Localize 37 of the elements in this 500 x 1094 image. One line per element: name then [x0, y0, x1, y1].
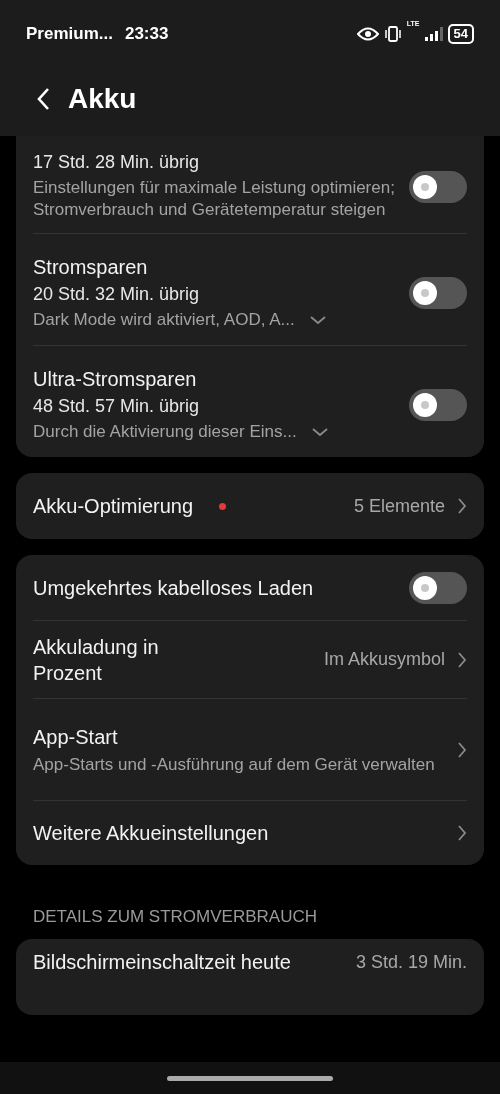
- setting-title: Umgekehrtes kabelloses Laden: [33, 575, 315, 601]
- vibrate-icon: [383, 25, 402, 43]
- item-count: 5 Elemente: [353, 495, 445, 517]
- mode-description: Dark Mode wird aktiviert, AOD, A...: [33, 309, 295, 331]
- carrier-name: Premium...: [26, 24, 113, 44]
- chevron-right-icon: [457, 740, 467, 759]
- section-heading: DETAILS ZUM STROMVERBRAUCH: [32, 906, 318, 927]
- battery-level: 54: [447, 24, 474, 44]
- remaining-time: 48 Std. 57 Min. übrig: [33, 396, 201, 417]
- optimization-card[interactable]: Akku-Optimierung 5 Elemente: [16, 473, 484, 539]
- mode-title: Stromsparen: [33, 255, 149, 280]
- setting-description: App-Starts und -Ausführung auf dem Gerät verwalten: [33, 753, 436, 776]
- mode-description: Einstellungen für maximale Leistung optimieren; Stromverbrauch und Gerätetemperatur steigen: [33, 177, 396, 221]
- clock-time: 23:33: [124, 24, 169, 44]
- toggle-switch[interactable]: [409, 276, 467, 309]
- page-title: Akku: [68, 83, 137, 115]
- toggle-switch[interactable]: [409, 571, 467, 604]
- chevron-right-icon: [457, 824, 467, 842]
- signal-icon: [424, 27, 443, 41]
- setting-title: App-Start: [33, 724, 119, 750]
- toggle-switch[interactable]: [409, 170, 467, 203]
- chevron-right-icon: [457, 497, 467, 515]
- usage-label: Bildschirmeinschaltzeit heute: [33, 950, 292, 975]
- home-indicator[interactable]: [167, 1075, 333, 1081]
- remaining-time: 17 Std. 28 Min. übrig: [33, 152, 201, 173]
- toggle-switch[interactable]: [409, 388, 467, 421]
- setting-title: Weitere Akkueinstellungen: [33, 821, 270, 846]
- chevron-right-icon: [457, 650, 467, 669]
- remaining-time: 20 Std. 32 Min. übrig: [33, 284, 201, 305]
- back-icon[interactable]: [36, 87, 50, 111]
- usage-value: 3 Std. 19 Min.: [355, 951, 467, 973]
- setting-title: Akkuladung in Prozent: [33, 634, 160, 686]
- optimization-label: Akku-Optimierung: [33, 494, 194, 519]
- eye-icon: [356, 27, 379, 41]
- mode-title: Ultra-Stromsparen: [33, 367, 198, 392]
- setting-value: Im Akkusymbol: [323, 649, 445, 670]
- mode-description: Durch die Aktivierung dieser Eins...: [33, 421, 297, 443]
